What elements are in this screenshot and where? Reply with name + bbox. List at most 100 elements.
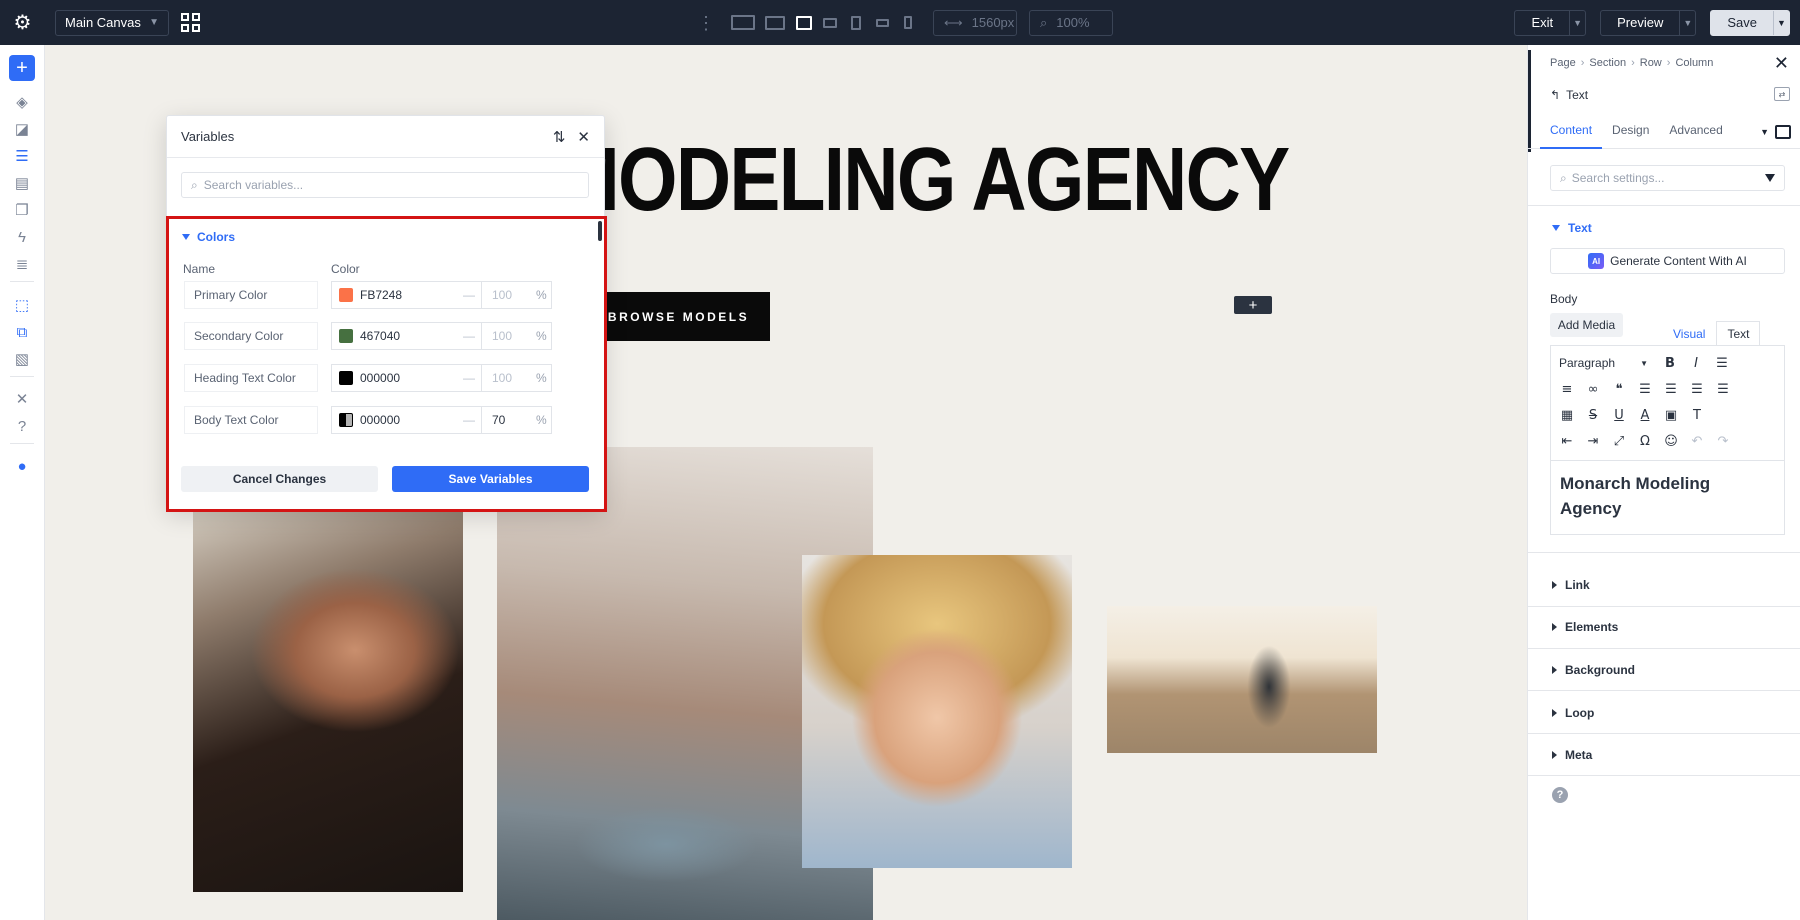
- zoom-field[interactable]: ⌕ 100%: [1029, 9, 1113, 36]
- breadcrumb-row[interactable]: Row: [1640, 57, 1662, 69]
- filter-icon[interactable]: [1765, 174, 1775, 182]
- redo-icon[interactable]: ↷: [1715, 433, 1731, 449]
- help-icon[interactable]: ?: [11, 415, 33, 437]
- phone-view-icon[interactable]: [895, 0, 921, 45]
- tab-text[interactable]: Text: [1716, 321, 1761, 345]
- model-photo-man-outdoors[interactable]: [1107, 606, 1377, 753]
- more-vertical-icon[interactable]: ⋮: [697, 14, 715, 32]
- help-circle-icon[interactable]: ?: [1552, 787, 1568, 803]
- exit-dropdown-icon[interactable]: ▼: [1569, 10, 1585, 35]
- add-media-button[interactable]: Add Media: [1550, 313, 1623, 337]
- add-module-button[interactable]: +: [1234, 296, 1272, 314]
- tab-options[interactable]: ▼: [1760, 125, 1791, 139]
- search-settings-input[interactable]: ⌕ Search settings...: [1550, 165, 1785, 191]
- numbered-list-icon[interactable]: ≡: [1559, 381, 1575, 397]
- breadcrumb-section[interactable]: Section: [1589, 57, 1626, 69]
- interactions-bolt-icon[interactable]: ϟ: [11, 226, 33, 248]
- indent-icon[interactable]: ⇥: [1585, 433, 1601, 449]
- background-group-toggle[interactable]: Background: [1552, 663, 1635, 677]
- panel-options-icon[interactable]: ⇄: [1774, 87, 1790, 101]
- align-justify-icon[interactable]: ☰: [1715, 381, 1731, 397]
- settings-gear-icon[interactable]: ⚙: [0, 0, 45, 45]
- template-icon[interactable]: ▧: [11, 348, 33, 370]
- text-group-toggle[interactable]: Text: [1552, 221, 1592, 235]
- editor-content[interactable]: Monarch Modeling Agency: [1551, 460, 1784, 534]
- design-library-icon[interactable]: ◪: [11, 118, 33, 140]
- table-icon[interactable]: ▦: [1559, 407, 1575, 423]
- sort-icon[interactable]: ⇅: [553, 128, 566, 146]
- align-center-icon[interactable]: ☰: [1663, 381, 1679, 397]
- caret-down-icon: [1552, 225, 1560, 231]
- canvas-width-value: 1560px: [971, 15, 1015, 30]
- text-color-icon[interactable]: A: [1637, 407, 1653, 423]
- tablet-landscape-view-icon[interactable]: [817, 0, 843, 45]
- search-variables-input[interactable]: ⌕ Search variables...: [181, 172, 589, 198]
- close-icon[interactable]: ✕: [577, 128, 590, 146]
- canvas-selector[interactable]: Main Canvas ▼: [55, 9, 169, 36]
- canvas-width-field[interactable]: ⟷ 1560px: [933, 9, 1017, 36]
- toggle-icon[interactable]: ●: [11, 455, 33, 477]
- apps-grid-icon[interactable]: [181, 12, 201, 33]
- presets-icon[interactable]: ≣: [11, 253, 33, 275]
- variables-database-icon[interactable]: ☰: [11, 145, 33, 167]
- align-right-icon[interactable]: ☰: [1689, 381, 1705, 397]
- add-element-button[interactable]: +: [9, 55, 35, 81]
- align-left-icon[interactable]: ☰: [1637, 381, 1653, 397]
- strikethrough-icon[interactable]: S: [1585, 407, 1601, 423]
- desktop-view-icon[interactable]: [759, 0, 791, 45]
- layers-icon[interactable]: ◈: [11, 91, 33, 113]
- close-settings-icon[interactable]: ✕: [1774, 54, 1789, 72]
- link-icon[interactable]: ∞: [1585, 381, 1601, 397]
- undo-icon[interactable]: ↶: [1689, 433, 1705, 449]
- model-photo-blonde-portrait[interactable]: [802, 555, 1072, 868]
- tab-design[interactable]: Design: [1602, 115, 1659, 149]
- model-photo-woman-sunglasses[interactable]: [193, 502, 463, 892]
- select-tool-icon[interactable]: ⬚: [11, 294, 33, 316]
- page-settings-icon[interactable]: ▤: [11, 172, 33, 194]
- tab-advanced[interactable]: Advanced: [1659, 115, 1732, 149]
- hero-heading[interactable]: MODELING AGENCY: [556, 129, 1290, 232]
- multi-select-tool-icon[interactable]: ⧉: [11, 321, 33, 343]
- breadcrumb-column[interactable]: Column: [1675, 57, 1713, 69]
- tab-content[interactable]: Content: [1540, 115, 1603, 149]
- tools-icon[interactable]: ✕: [11, 388, 33, 410]
- bold-icon[interactable]: B: [1662, 355, 1678, 371]
- breadcrumb-page[interactable]: Page: [1550, 57, 1576, 69]
- phone-landscape-view-icon[interactable]: [869, 0, 895, 45]
- laptop-view-icon[interactable]: [791, 0, 817, 45]
- emoji-icon[interactable]: ☺: [1663, 433, 1679, 449]
- blockquote-icon[interactable]: ❝: [1611, 381, 1627, 397]
- clear-format-icon[interactable]: T: [1689, 407, 1705, 423]
- fullscreen-icon[interactable]: ⤢: [1611, 433, 1627, 449]
- caret-right-icon: [1552, 666, 1557, 674]
- outdent-icon[interactable]: ⇤: [1559, 433, 1575, 449]
- underline-icon[interactable]: U: [1611, 407, 1627, 423]
- italic-icon[interactable]: I: [1688, 355, 1704, 371]
- link-group-toggle[interactable]: Link: [1552, 578, 1590, 592]
- special-character-icon[interactable]: Ω: [1637, 433, 1653, 449]
- loop-group-toggle[interactable]: Loop: [1552, 706, 1594, 720]
- preview-button[interactable]: Preview ▼: [1600, 9, 1697, 36]
- meta-group-title: Meta: [1565, 748, 1593, 762]
- page-canvas[interactable]: MODELING AGENCY BROWSE MODELS + Variable…: [45, 45, 1527, 920]
- save-button[interactable]: Save ▼: [1710, 9, 1790, 36]
- browse-models-button[interactable]: BROWSE MODELS: [587, 292, 770, 341]
- save-dropdown-icon[interactable]: ▼: [1773, 10, 1789, 35]
- background-group-title: Background: [1565, 663, 1636, 677]
- pages-icon[interactable]: ❐: [11, 199, 33, 221]
- paste-icon[interactable]: ▣: [1663, 407, 1679, 423]
- canvas-selector-label: Main Canvas: [65, 15, 141, 30]
- panel-scrollbar[interactable]: [598, 221, 602, 241]
- tablet-view-icon[interactable]: [843, 0, 869, 45]
- paragraph-format-select[interactable]: Paragraph ▼: [1559, 353, 1652, 373]
- tab-visual[interactable]: Visual: [1662, 321, 1717, 345]
- elements-group-toggle[interactable]: Elements: [1552, 620, 1618, 634]
- meta-group-toggle[interactable]: Meta: [1552, 748, 1592, 762]
- module-back-button[interactable]: ↰ Text: [1550, 88, 1588, 102]
- exit-button[interactable]: Exit ▼: [1514, 9, 1587, 36]
- bullet-list-icon[interactable]: ☰: [1714, 355, 1730, 371]
- generate-ai-button[interactable]: AI Generate Content With AI: [1550, 248, 1785, 274]
- preview-dropdown-icon[interactable]: ▼: [1679, 10, 1695, 35]
- desktop-wide-view-icon[interactable]: [727, 0, 759, 45]
- top-toolbar: ⚙ Main Canvas ▼ ⋮ ⟷ 1560px ⌕ 100% Exit ▼…: [0, 0, 1800, 45]
